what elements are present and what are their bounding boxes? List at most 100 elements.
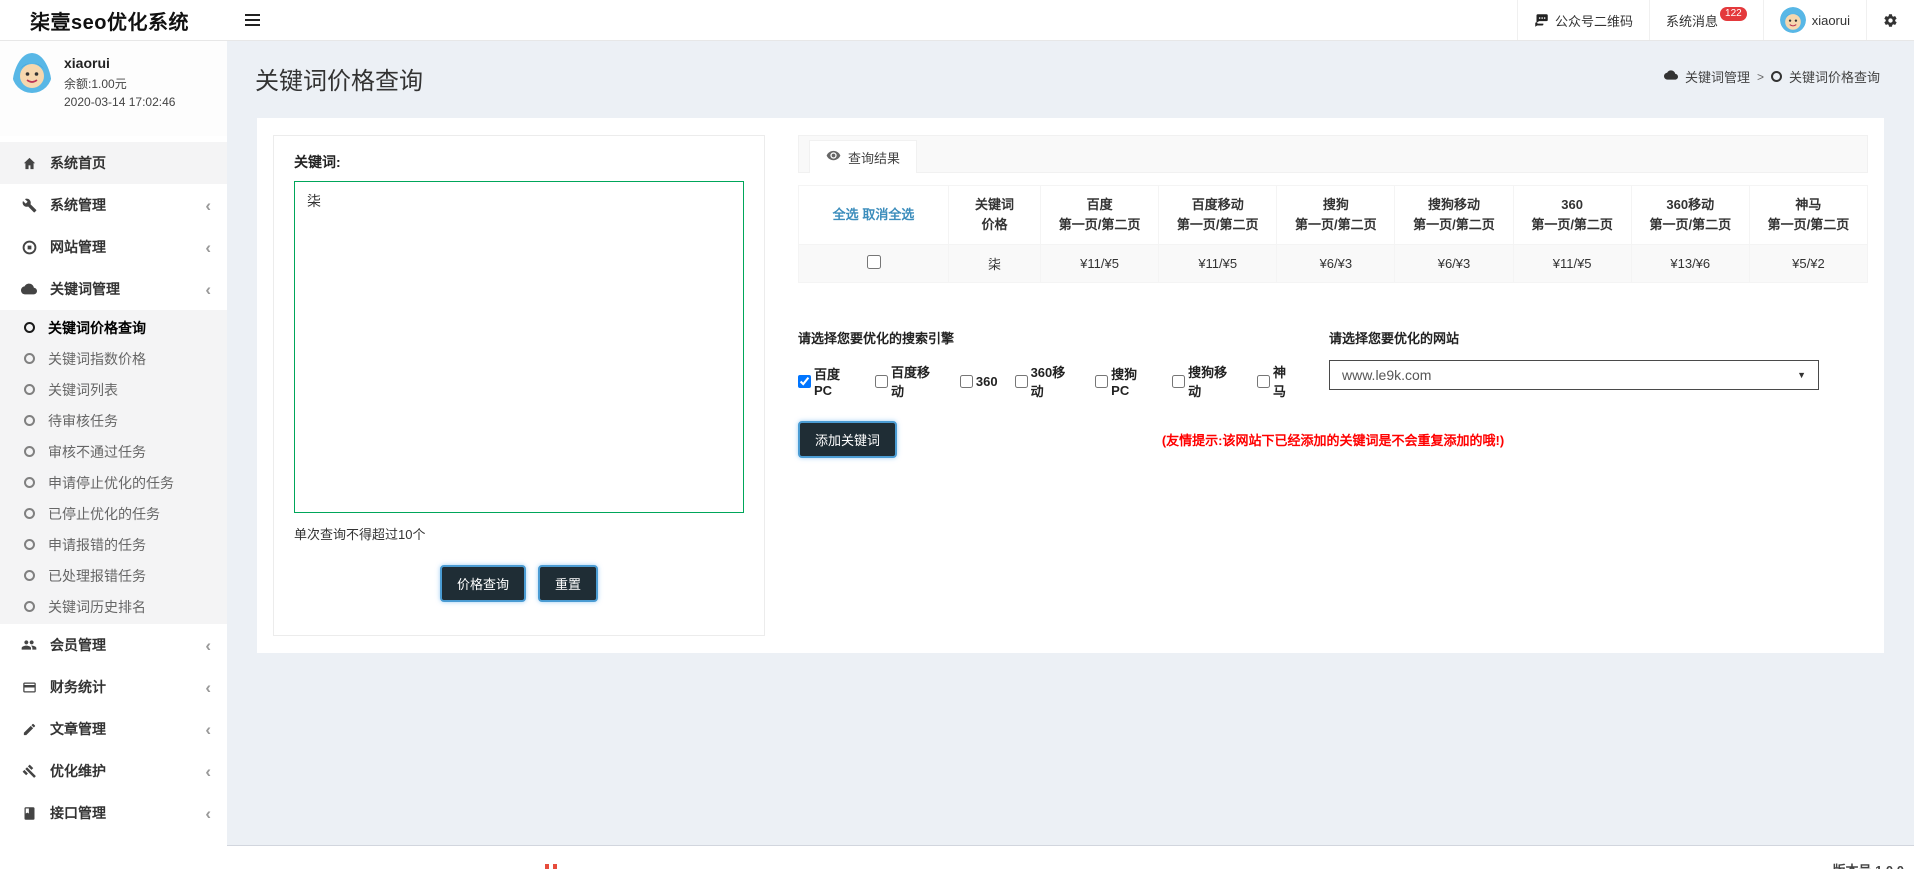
sidebar-subitem-pending-tasks[interactable]: 待审核任务 xyxy=(0,405,227,436)
engine-option-shenma[interactable]: 神马 xyxy=(1257,362,1299,400)
sidebar-item-finance[interactable]: 财务统计 ‹ xyxy=(0,666,227,708)
engine-checkbox[interactable] xyxy=(875,375,888,388)
keyword-textarea[interactable]: 柒 xyxy=(294,181,744,513)
breadcrumb-parent[interactable]: 关键词管理 xyxy=(1685,67,1750,86)
column-header: 搜狗移动第一页/第二页 xyxy=(1395,186,1513,245)
sidebar-item-label: 系统管理 xyxy=(50,195,106,215)
sidebar-subitem-rejected-tasks[interactable]: 审核不通过任务 xyxy=(0,436,227,467)
tab-query-results[interactable]: 查询结果 xyxy=(809,140,917,173)
keyword-query-card: 关键词: 柒 单次查询不得超过10个 价格查询 重置 xyxy=(273,135,765,636)
sidebar-item-label: 系统首页 xyxy=(50,153,106,173)
price-query-button[interactable]: 价格查询 xyxy=(440,565,526,602)
engine-checkbox[interactable] xyxy=(960,375,973,388)
content-box: 关键词: 柒 单次查询不得超过10个 价格查询 重置 查询结果 xyxy=(257,118,1884,653)
column-header: 百度第一页/第二页 xyxy=(1041,186,1159,245)
settings-menu-item[interactable] xyxy=(1866,0,1914,40)
engine-checkbox[interactable] xyxy=(798,375,811,388)
column-header: 360第一页/第二页 xyxy=(1513,186,1631,245)
footer-red-marks xyxy=(545,864,557,869)
home-icon xyxy=(20,156,38,171)
results-table: 全选 取消全选 关键词价格 百度第一页/第二页 百度移动第一页/第二页 搜狗第一… xyxy=(798,185,1868,283)
sidebar-subitem-stop-request-tasks[interactable]: 申请停止优化的任务 xyxy=(0,467,227,498)
sidebar-item-website[interactable]: 网站管理 ‹ xyxy=(0,226,227,268)
row-select-cell xyxy=(799,245,949,283)
sidebar-subitem-price-query[interactable]: 关键词价格查询 xyxy=(0,312,227,343)
sidebar-item-home[interactable]: 系统首页 xyxy=(0,142,227,184)
cogs-icon xyxy=(1883,13,1898,28)
sidebar-subitem-index-price[interactable]: 关键词指数价格 xyxy=(0,343,227,374)
sidebar-item-member[interactable]: 会员管理 ‹ xyxy=(0,624,227,666)
engine-select-label: 请选择您要优化的搜索引擎 xyxy=(798,328,1299,347)
sidebar-item-label: 文章管理 xyxy=(50,719,106,739)
wrench-icon xyxy=(20,198,38,213)
engine-option-360-mobile[interactable]: 360移动 xyxy=(1015,362,1079,400)
circle-icon xyxy=(24,601,35,612)
top-navbar: 柒壹seo优化系统 公众号二维码 系统消息 122 xiaorui xyxy=(0,0,1914,41)
page-title: 关键词价格查询 xyxy=(255,61,1880,96)
sidebar-item-label: 会员管理 xyxy=(50,635,106,655)
hamburger-icon[interactable] xyxy=(227,0,277,40)
engine-checkbox[interactable] xyxy=(1095,375,1108,388)
deselect-all-link[interactable]: 取消全选 xyxy=(862,207,914,222)
column-header: 360移动第一页/第二页 xyxy=(1631,186,1749,245)
engine-checkbox-list: 百度PC 百度移动 360 360移动 搜狗PC 搜狗移动 神马 xyxy=(798,362,1299,400)
engine-option-baidu-mobile[interactable]: 百度移动 xyxy=(875,362,943,400)
credit-card-icon xyxy=(20,680,38,695)
website-selected-value: www.le9k.com xyxy=(1342,367,1431,383)
breadcrumb-current: 关键词价格查询 xyxy=(1789,67,1880,86)
qrcode-menu-item[interactable]: 公众号二维码 xyxy=(1517,0,1649,40)
sidebar-subitem-error-request-tasks[interactable]: 申请报错的任务 xyxy=(0,529,227,560)
chevron-left-icon: ‹ xyxy=(205,679,211,696)
sidebar-item-optimize[interactable]: 优化维护 ‹ xyxy=(0,750,227,792)
keyword-label: 关键词: xyxy=(294,152,744,172)
price-cell: ¥6/¥3 xyxy=(1395,245,1513,283)
price-cell: ¥5/¥2 xyxy=(1749,245,1867,283)
engine-checkbox[interactable] xyxy=(1015,375,1028,388)
engine-option-sogou-pc[interactable]: 搜狗PC xyxy=(1095,364,1155,398)
circle-icon xyxy=(24,570,35,581)
select-all-link[interactable]: 全选 xyxy=(833,207,859,222)
app-logo: 柒壹seo优化系统 xyxy=(0,0,227,40)
sidebar-item-api[interactable]: 接口管理 ‹ xyxy=(0,792,227,834)
column-header: 搜狗第一页/第二页 xyxy=(1277,186,1395,245)
sidebar: xiaorui 余额:1.00元 2020-03-14 17:02:46 系统首… xyxy=(0,41,227,869)
breadcrumb: 关键词管理 > 关键词价格查询 xyxy=(1664,67,1880,86)
engine-option-360[interactable]: 360 xyxy=(960,374,998,389)
sidebar-item-keyword[interactable]: 关键词管理 ‹ xyxy=(0,268,227,310)
row-checkbox[interactable] xyxy=(867,255,881,269)
engine-option-baidu-pc[interactable]: 百度PC xyxy=(798,364,858,398)
edit-icon xyxy=(20,722,38,737)
sidebar-login-time: 2020-03-14 17:02:46 xyxy=(64,95,175,109)
price-cell: ¥11/¥5 xyxy=(1041,245,1159,283)
reset-button[interactable]: 重置 xyxy=(538,565,598,602)
sidebar-item-label: 优化维护 xyxy=(50,761,106,781)
circle-icon xyxy=(24,477,35,488)
sidebar-subitem-keyword-list[interactable]: 关键词列表 xyxy=(0,374,227,405)
limit-hint: 单次查询不得超过10个 xyxy=(294,524,744,543)
engine-checkbox[interactable] xyxy=(1257,375,1270,388)
sidebar-subitem-history-rank[interactable]: 关键词历史排名 xyxy=(0,591,227,622)
sidebar-subitem-stopped-tasks[interactable]: 已停止优化的任务 xyxy=(0,498,227,529)
website-select[interactable]: www.le9k.com ▼ xyxy=(1329,360,1819,390)
circle-icon xyxy=(24,322,35,333)
sidebar-user-avatar xyxy=(12,53,52,126)
circle-icon xyxy=(24,446,35,457)
tab-label: 查询结果 xyxy=(848,148,900,167)
add-keyword-button[interactable]: 添加关键词 xyxy=(798,421,897,458)
engine-checkbox[interactable] xyxy=(1172,375,1185,388)
sidebar-subitem-handled-error-tasks[interactable]: 已处理报错任务 xyxy=(0,560,227,591)
breadcrumb-separator: > xyxy=(1757,70,1764,84)
user-menu-item[interactable]: xiaorui xyxy=(1763,0,1866,40)
sidebar-subitem-label: 申请报错的任务 xyxy=(48,535,146,555)
add-keyword-row: 添加关键词 (友情提示:该网站下已经添加的关键词是不会重复添加的哦!) xyxy=(798,424,1868,454)
sidebar-subitem-label: 已处理报错任务 xyxy=(48,566,146,586)
column-header: 关键词价格 xyxy=(949,186,1041,245)
main-content: 关键词价格查询 关键词管理 > 关键词价格查询 关键词: 柒 单次查询不得超过1… xyxy=(227,41,1914,869)
sidebar-item-system[interactable]: 系统管理 ‹ xyxy=(0,184,227,226)
messages-menu-item[interactable]: 系统消息 122 xyxy=(1649,0,1763,40)
footer-version: 版本号 1.0.0 xyxy=(1832,860,1904,869)
options-section: 请选择您要优化的搜索引擎 百度PC 百度移动 360 360移动 搜狗PC 搜狗… xyxy=(798,328,1868,400)
engine-option-sogou-mobile[interactable]: 搜狗移动 xyxy=(1172,362,1240,400)
sidebar-user-panel: xiaorui 余额:1.00元 2020-03-14 17:02:46 xyxy=(0,41,227,136)
sidebar-item-article[interactable]: 文章管理 ‹ xyxy=(0,708,227,750)
